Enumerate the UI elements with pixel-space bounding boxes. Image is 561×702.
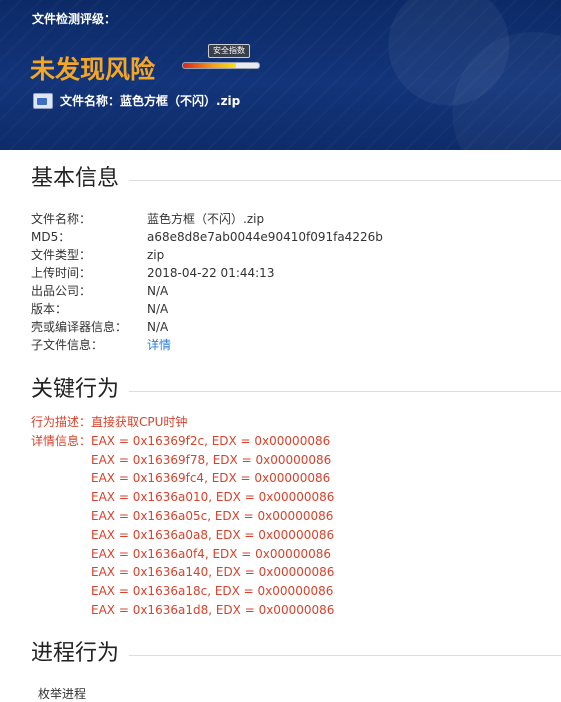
grade-label: 文件检测评级：: [32, 12, 117, 26]
detail-line: EAX = 0x1636a0a8, EDX = 0x00000086: [91, 527, 335, 542]
detail-line: EAX = 0x1636a140, EDX = 0x00000086: [91, 565, 335, 580]
info-value: N/A: [147, 284, 169, 298]
info-row-subfiles: 子文件信息： 详情: [0, 336, 561, 354]
safety-meter-fill: [183, 63, 237, 68]
basic-info-list: 文件名称： 蓝色方框（不闪）.zip MD5： a68e8d8e7ab0044e…: [0, 210, 561, 354]
info-value: N/A: [147, 320, 169, 334]
safety-meter: 安全指数: [180, 44, 260, 74]
report-header: 文件检测评级： 未发现风险 安全指数 文件名称： 蓝色方框（不闪）.zip: [0, 0, 561, 150]
behavior-desc-label: 行为描述：: [31, 415, 92, 429]
info-key: 文件名称：: [31, 212, 92, 226]
info-value: 2018-04-22 01:44:13: [147, 266, 275, 280]
header-filename-label: 文件名称：: [60, 94, 121, 108]
section-divider: [129, 180, 561, 181]
detail-line: EAX = 0x16369f78, EDX = 0x00000086: [91, 452, 332, 467]
section-divider: [129, 391, 561, 392]
info-row-md5: MD5： a68e8d8e7ab0044e90410f091fa4226b: [0, 228, 561, 246]
info-row-packer: 壳或编译器信息： N/A: [0, 318, 561, 336]
info-key: 版本：: [31, 302, 68, 316]
section-title-basic-info: 基本信息: [31, 162, 561, 196]
safety-meter-track: [182, 62, 260, 69]
detail-line: EAX = 0x16369fc4, EDX = 0x00000086: [91, 471, 331, 486]
behavior-description: 行为描述：直接获取CPU时钟: [31, 413, 561, 432]
info-row-filetype: 文件类型： zip: [0, 246, 561, 264]
info-key: 上传时间：: [31, 266, 92, 280]
detail-line: EAX = 0x1636a05c, EDX = 0x00000086: [91, 508, 334, 523]
section-divider: [129, 654, 561, 656]
behavior-details: 详情信息： EAX = 0x16369f2c, EDX = 0x00000086…: [0, 432, 561, 620]
header-filename-value: 蓝色方框（不闪）.zip: [120, 94, 241, 108]
detail-line: EAX = 0x16369f2c, EDX = 0x00000086: [91, 433, 331, 448]
behavior-detail-list: EAX = 0x16369f2c, EDX = 0x00000086 EAX =…: [91, 432, 561, 620]
section-title-key-behavior: 关键行为: [31, 373, 561, 407]
header-filename-row: 文件名称： 蓝色方框（不闪）.zip: [33, 92, 240, 109]
key-behavior-heading: 关键行为: [31, 377, 120, 402]
safety-index-tag: 安全指数: [208, 44, 250, 58]
detail-line: EAX = 0x1636a18c, EDX = 0x00000086: [91, 584, 334, 599]
info-value: a68e8d8e7ab0044e90410f091fa4226b: [147, 230, 383, 244]
behavior-desc-value: 直接获取CPU时钟: [91, 415, 188, 429]
subfile-details-link[interactable]: 详情: [147, 336, 171, 354]
verdict-text: 未发现风险: [30, 55, 156, 84]
info-key: MD5：: [31, 230, 71, 244]
detail-line: EAX = 0x1636a010, EDX = 0x00000086: [91, 490, 335, 505]
info-value: 蓝色方框（不闪）.zip: [147, 212, 265, 226]
process-behavior-heading: 进程行为: [31, 640, 120, 666]
info-row-upload-time: 上传时间： 2018-04-22 01:44:13: [0, 264, 561, 282]
detail-line: EAX = 0x1636a0f4, EDX = 0x00000086: [91, 546, 331, 561]
info-row-company: 出品公司： N/A: [0, 282, 561, 300]
info-value: N/A: [147, 302, 169, 316]
info-key: 壳或编译器信息：: [31, 320, 128, 334]
behavior-detail-label: 详情信息：: [31, 433, 92, 448]
info-row-version: 版本： N/A: [0, 300, 561, 318]
section-title-process-behavior: 进程行为: [31, 637, 561, 671]
info-key: 子文件信息：: [31, 338, 104, 352]
process-item: 枚举进程: [38, 686, 87, 701]
detail-line: EAX = 0x1636a1d8, EDX = 0x00000086: [91, 602, 335, 617]
info-key: 出品公司：: [31, 284, 92, 298]
info-key: 文件类型：: [31, 248, 92, 262]
info-row-filename: 文件名称： 蓝色方框（不闪）.zip: [0, 210, 561, 228]
info-value: zip: [147, 248, 165, 262]
archive-file-icon: [33, 92, 53, 109]
basic-info-heading: 基本信息: [31, 166, 120, 191]
